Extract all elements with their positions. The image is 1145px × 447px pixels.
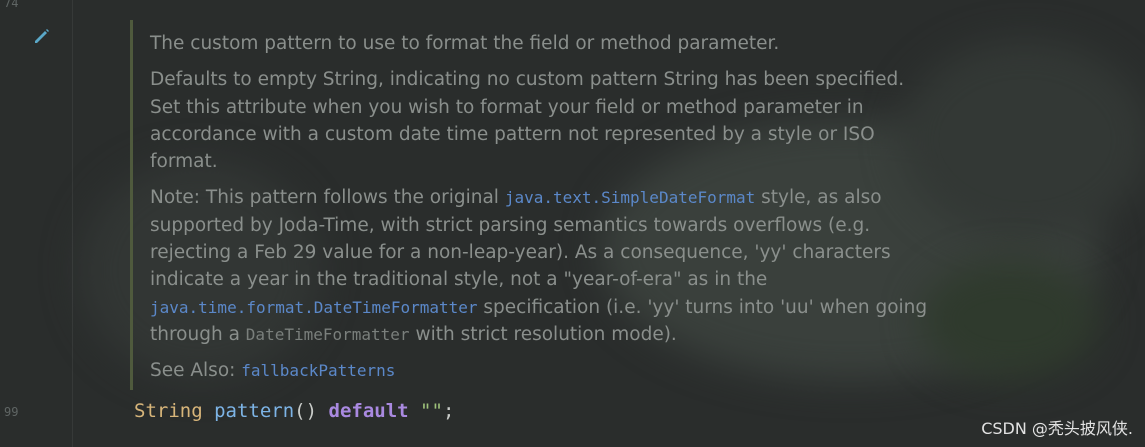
code-link-datetimeformatter[interactable]: java.time.format.DateTimeFormatter — [150, 298, 478, 317]
line-number: 74 — [4, 0, 19, 10]
watermark: CSDN @秃头披风侠. — [981, 419, 1133, 438]
code-link-simpledateformat[interactable]: java.text.SimpleDateFormat — [505, 188, 755, 207]
pencil-icon[interactable] — [32, 26, 52, 46]
doc-comment-bar — [130, 20, 133, 390]
code-method: pattern — [214, 400, 295, 422]
rendered-javadoc: The custom pattern to use to format the … — [150, 30, 930, 385]
doc-note: Note: This pattern follows the original … — [150, 184, 930, 348]
note-text: with strict resolution mode). — [409, 323, 677, 345]
doc-summary: The custom pattern to use to format the … — [150, 33, 780, 54]
code-datetimeformatter: DateTimeFormatter — [245, 324, 410, 344]
code-parens: () — [294, 400, 318, 422]
see-also-label: See Also: — [150, 360, 236, 382]
code-type: String — [134, 400, 203, 422]
line-number: 99 — [4, 405, 19, 419]
code-line[interactable]: String pattern() default ""; — [134, 400, 454, 422]
editor-gutter: 74 99 — [0, 0, 73, 447]
code-string: "" — [420, 400, 443, 422]
doc-paragraph: Defaults to empty String, indicating no … — [150, 69, 905, 173]
note-text: Note: This pattern follows the original — [150, 187, 505, 209]
code-keyword: default — [328, 400, 409, 422]
code-semicolon: ; — [442, 400, 455, 422]
see-also: See Also: fallbackPatterns — [150, 357, 930, 384]
see-also-link[interactable]: fallbackPatterns — [241, 361, 395, 380]
